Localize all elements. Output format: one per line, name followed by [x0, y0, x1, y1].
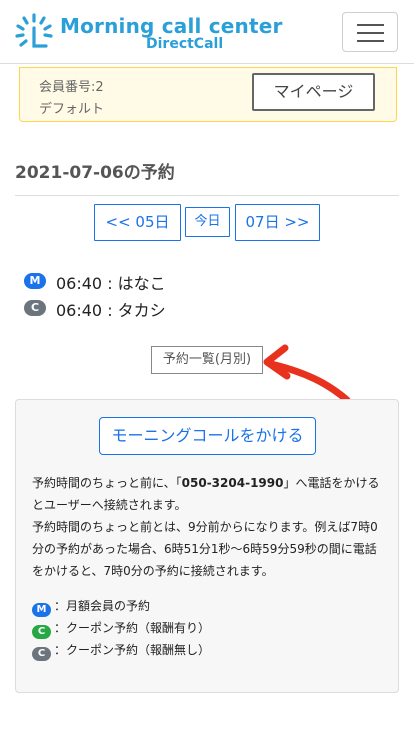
morning-call-button[interactable]: モーニングコールをかける	[99, 417, 316, 455]
sun-burst-icon[interactable]	[14, 12, 54, 52]
brand-subtitle[interactable]: DirectCall	[146, 36, 223, 52]
app-header: Morning call center DirectCall	[0, 0, 414, 64]
legend-text: ：月額会員の予約	[54, 599, 151, 613]
info-panel: モーニングコールをかける 予約時間のちょっと前に、「050-3204-1990」…	[15, 399, 399, 693]
menu-button[interactable]	[342, 12, 398, 52]
legend-text: ：クーポン予約（報酬有り）	[54, 621, 211, 635]
mypage-button[interactable]: マイページ	[252, 73, 375, 111]
legend-text: ：クーポン予約（報酬無し）	[54, 643, 211, 657]
hamburger-icon	[357, 40, 384, 42]
coupon-paid-badge: C	[32, 625, 51, 639]
prev-day-button[interactable]: << 05日	[94, 204, 181, 241]
divider	[15, 195, 399, 196]
member-badge: M	[32, 603, 51, 617]
info-paragraph-1: 予約時間のちょっと前に、「050-3204-1990」へ電話をかけるとユーザーへ…	[32, 472, 388, 516]
legend-item: M ：月額会員の予約	[32, 597, 388, 617]
member-badge: M	[24, 273, 46, 289]
info-text-before: 予約時間のちょっと前に、「	[32, 476, 182, 490]
legend-item: C ：クーポン予約（報酬有り）	[32, 619, 388, 639]
info-description: 予約時間のちょっと前に、「050-3204-1990」へ電話をかけるとユーザーへ…	[32, 472, 388, 582]
brand-title[interactable]: Morning call center	[60, 14, 283, 38]
hamburger-icon	[357, 32, 384, 34]
member-info-box: 会員番号:2 デフォルト マイページ	[19, 67, 397, 122]
info-paragraph-2: 予約時間のちょっと前とは、9分前からになります。例えば7時0分の予約があった場合…	[32, 520, 378, 578]
monthly-list-button[interactable]: 予約一覧(月別)	[151, 346, 263, 374]
member-plan: デフォルト	[39, 102, 105, 117]
legend-item: C ：クーポン予約（報酬無し）	[32, 641, 388, 661]
reservation-text: 06:40 : はなこ	[56, 274, 166, 293]
today-button[interactable]: 今日	[185, 207, 230, 237]
page-title: 2021-07-06の予約	[15, 163, 175, 183]
coupon-badge: C	[24, 300, 46, 316]
coupon-unpaid-badge: C	[32, 647, 51, 661]
next-day-button[interactable]: 07日 >>	[235, 204, 320, 241]
phone-number: 050-3204-1990	[181, 476, 284, 490]
reservation-text: 06:40 : タカシ	[56, 301, 166, 320]
member-number: 会員番号:2	[39, 80, 104, 95]
hamburger-icon	[357, 24, 384, 26]
